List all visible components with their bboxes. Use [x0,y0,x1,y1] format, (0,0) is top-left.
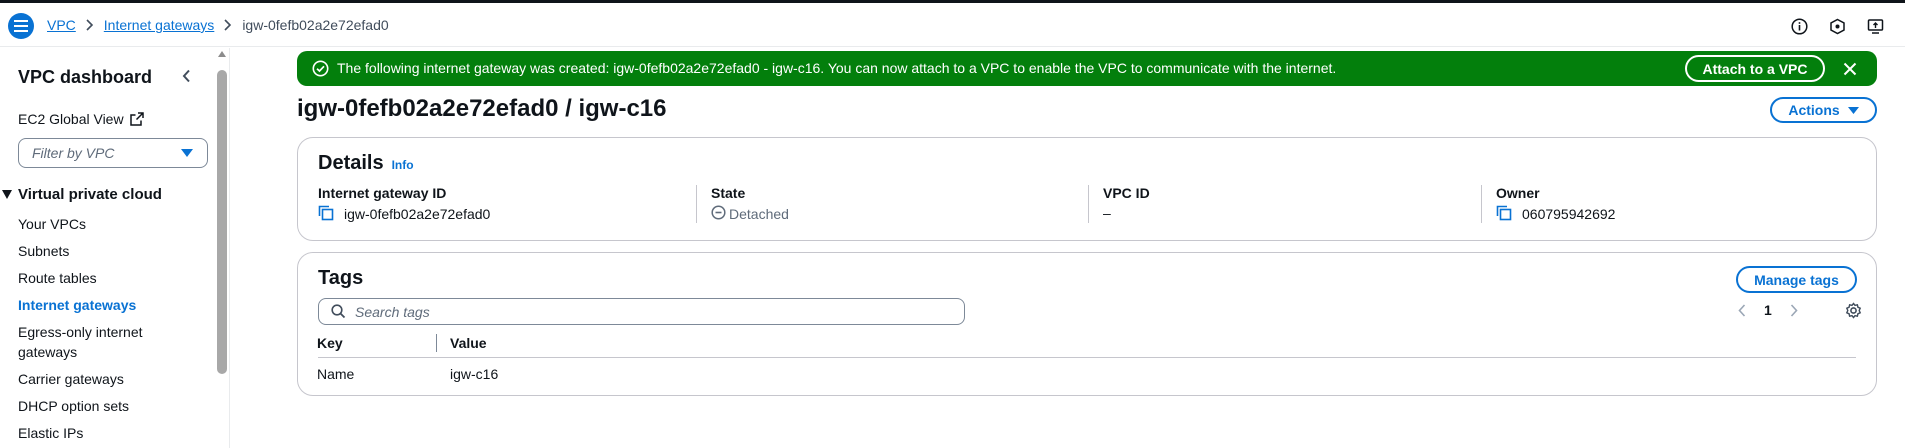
caret-down-icon [181,149,193,157]
chevron-left-icon [182,69,190,83]
breadcrumb-link-vpc[interactable]: VPC [47,17,76,33]
details-panel: Details Info Internet gateway ID igw-0fef… [297,137,1877,241]
sidebar-section-label: Virtual private cloud [18,186,162,203]
field-label: Internet gateway ID [318,185,447,201]
column-divider[interactable] [436,334,437,352]
sidebar-item-your-vpcs[interactable]: Your VPCs [18,214,168,234]
sidebar-item-carrier-gateways[interactable]: Carrier gateways [18,369,168,389]
table-header-divider [318,357,1856,358]
minus-circle-icon [711,205,726,223]
field-internet-gateway-id: Internet gateway ID igw-0fefb02a2e72efad… [318,185,490,223]
success-check-icon [312,60,329,80]
sidebar-item-ec2-global-view[interactable]: EC2 Global View [18,111,144,127]
vpc-filter-select[interactable]: Filter by VPC [18,138,208,168]
breadcrumb-link-internet-gateways[interactable]: Internet gateways [104,17,215,33]
tags-panel: Tags Manage tags Search tags 1 Key Value… [297,252,1877,396]
external-link-icon [129,112,144,126]
sidebar-item-internet-gateways[interactable]: Internet gateways [18,295,168,315]
sidebar-item-elastic-ips[interactable]: Elastic IPs [18,423,168,443]
actions-label: Actions [1788,102,1840,118]
sidebar: VPC dashboard EC2 Global View Filter by … [0,48,230,448]
search-icon [331,304,346,322]
field-state: State Detached [711,185,789,223]
actions-dropdown-button[interactable]: Actions [1770,97,1877,123]
field-label: State [711,185,746,201]
field-value: 060795942692 [1522,206,1616,222]
hamburger-menu-button[interactable] [8,13,34,39]
attach-to-vpc-button[interactable]: Attach to a VPC [1685,55,1825,82]
sidebar-items: Your VPCs Subnets Route tables Internet … [18,214,168,443]
sidebar-scrollbar[interactable] [216,48,228,448]
search-placeholder: Search tags [355,303,430,320]
screen-share-icon[interactable] [1865,16,1885,36]
manage-tags-button[interactable]: Manage tags [1736,266,1857,293]
page-title: igw-0fefb02a2e72efad0 / igw-c16 [297,95,667,122]
sidebar-item-egress-only-internet-gateways[interactable]: Egress-only internet gateways [18,322,168,362]
sidebar-collapse-button[interactable] [176,66,196,86]
pagination: 1 [1738,302,1798,318]
sidebar-item-route-tables[interactable]: Route tables [18,268,168,288]
breadcrumb: VPC Internet gateways igw-0fefb02a2e72ef… [47,17,389,33]
divider [696,185,697,223]
flash-message: The following internet gateway was creat… [337,60,1337,76]
info-link[interactable]: Info [392,158,414,172]
field-value: – [1103,205,1111,221]
field-label: Owner [1496,185,1540,201]
caret-down-icon [1847,106,1859,114]
search-tags-input[interactable]: Search tags [318,298,965,325]
field-owner: Owner 060795942692 [1496,185,1615,223]
divider [1481,185,1482,223]
close-flash-button[interactable] [1840,59,1860,79]
info-icon[interactable] [1789,16,1809,36]
breadcrumb-current: igw-0fefb02a2e72efad0 [242,17,389,33]
vpc-filter-placeholder: Filter by VPC [32,145,115,161]
field-label: VPC ID [1103,185,1150,201]
field-vpc-id: VPC ID – [1103,185,1150,221]
chevron-right-icon [86,19,94,31]
column-header-value[interactable]: Value [450,335,487,351]
copy-icon[interactable] [318,205,336,223]
tags-heading: Tags [318,267,364,289]
gear-icon[interactable] [1845,302,1862,319]
hamburger-icon [14,20,28,32]
divider [1088,185,1089,223]
table-cell-key: Name [317,366,355,382]
next-page-button[interactable] [1790,303,1798,317]
page-number[interactable]: 1 [1764,302,1772,318]
sidebar-item-dhcp-option-sets[interactable]: DHCP option sets [18,396,168,416]
field-value: igw-0fefb02a2e72efad0 [344,206,491,222]
breadcrumb-bar: VPC Internet gateways igw-0fefb02a2e72ef… [0,3,1905,47]
sidebar-item-label: EC2 Global View [18,111,124,127]
details-heading: Details Info [318,152,414,175]
previous-page-button[interactable] [1738,303,1746,317]
scroll-up-arrow-icon[interactable] [218,51,226,57]
table-cell-value: igw-c16 [450,366,499,382]
scrollbar-thumb[interactable] [217,70,227,374]
sidebar-item-subnets[interactable]: Subnets [18,241,168,261]
chevron-right-icon [224,19,232,31]
field-value: Detached [729,206,789,222]
caret-down-icon [2,190,12,199]
feedback-icon[interactable] [1827,16,1847,36]
sidebar-section-vpc[interactable]: Virtual private cloud [2,186,162,203]
column-header-key[interactable]: Key [317,335,343,351]
details-heading-text: Details [318,152,384,174]
copy-icon[interactable] [1496,205,1514,223]
close-icon [1843,62,1857,76]
sidebar-title: VPC dashboard [18,67,153,87]
success-flash-banner: The following internet gateway was creat… [297,51,1877,86]
